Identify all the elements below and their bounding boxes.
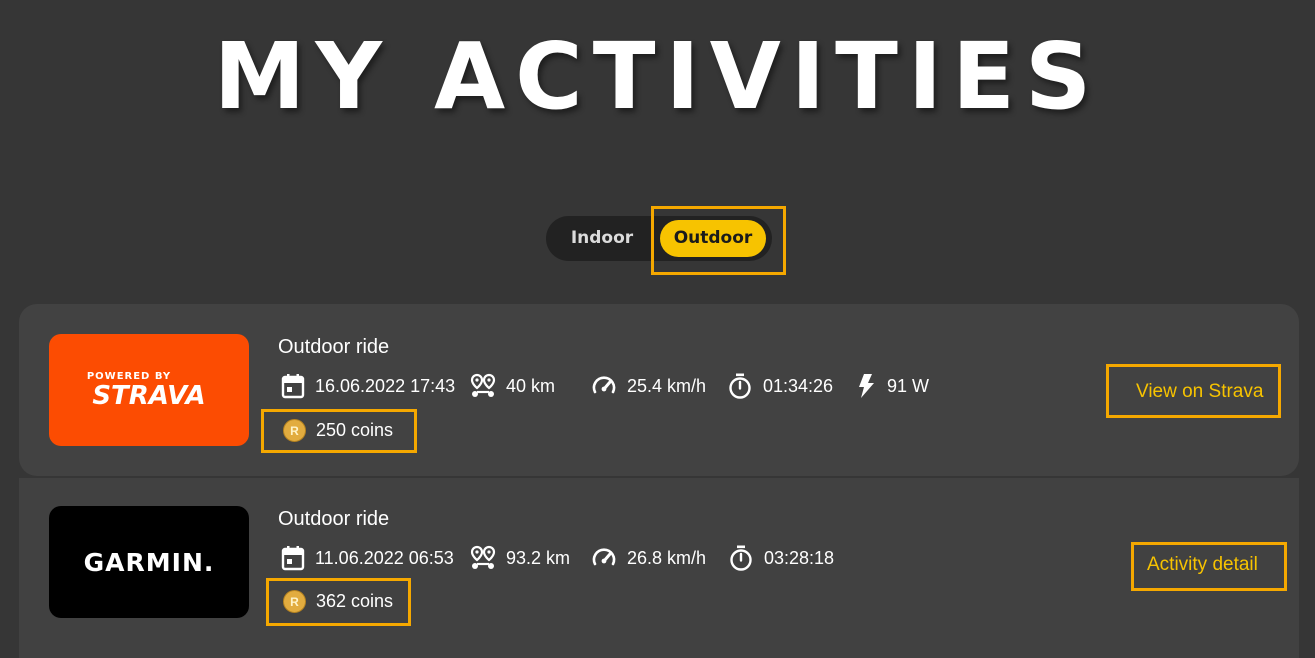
activity-power: 91 W [887,375,930,396]
activity-distance: 40 km [506,375,556,396]
stat-power: 91 W [855,373,929,399]
strava-logo-wordmark: STRAVA [92,380,206,411]
stat-speed: 26.8 km/h [591,545,706,571]
toggle-indoor[interactable]: Indoor [552,220,652,257]
activity-date: 11.06.2022 06:53 [315,547,454,568]
stat-date: 11.06.2022 06:53 [281,545,454,571]
lightning-icon [859,374,874,398]
activity-distance: 93.2 km [506,547,571,568]
activity-coins: 250 coins [316,420,394,440]
activity-duration: 03:28:18 [764,547,835,568]
stat-distance: 93.2 km [470,545,570,571]
page-title: MY ACTIVITIES [213,23,1102,130]
stat-date: 16.06.2022 17:43 [281,373,455,399]
stat-duration: 03:28:18 [728,545,834,571]
indoor-outdoor-toggle: Indoor Outdoor [546,216,772,261]
calendar-icon [281,374,305,399]
route-icon [470,545,496,569]
coin-icon: R [283,419,306,442]
speedometer-icon [592,548,616,566]
toggle-outdoor[interactable]: Outdoor [660,220,766,257]
view-on-strava-link[interactable]: View on Strava [1136,381,1263,403]
activity-speed: 25.4 km/h [627,375,707,396]
stat-coins: R 362 coins [283,590,393,613]
route-icon [470,373,496,397]
activity-detail-link[interactable]: Activity detail [1147,554,1258,576]
activity-duration: 01:34:26 [763,375,834,396]
stopwatch-icon [729,373,751,399]
activity-card-garmin[interactable]: GARMIN. Outdoor ride 11.06.2022 06:53 93… [19,478,1299,658]
coin-icon: R [283,590,306,613]
strava-logo-powered-by: POWERED BY [86,370,172,382]
calendar-icon [281,546,305,571]
stat-distance: 40 km [470,373,555,399]
activity-coins: 362 coins [316,591,394,611]
activity-speed: 26.8 km/h [627,547,707,568]
speedometer-icon [592,376,616,394]
activity-card-strava[interactable]: POWERED BY STRAVA Outdoor ride 16.06.202… [19,304,1299,476]
activity-title: Outdoor ride [278,508,390,530]
garmin-logo-wordmark: GARMIN. [83,547,215,577]
stat-duration: 01:34:26 [727,373,833,399]
strava-logo: POWERED BY STRAVA [49,334,249,446]
stat-coins: R 250 coins [283,419,393,442]
stat-speed: 25.4 km/h [591,373,706,399]
garmin-logo: GARMIN. [49,506,249,618]
stopwatch-icon [730,545,752,571]
activity-title: Outdoor ride [278,336,390,358]
activity-date: 16.06.2022 17:43 [315,375,456,396]
